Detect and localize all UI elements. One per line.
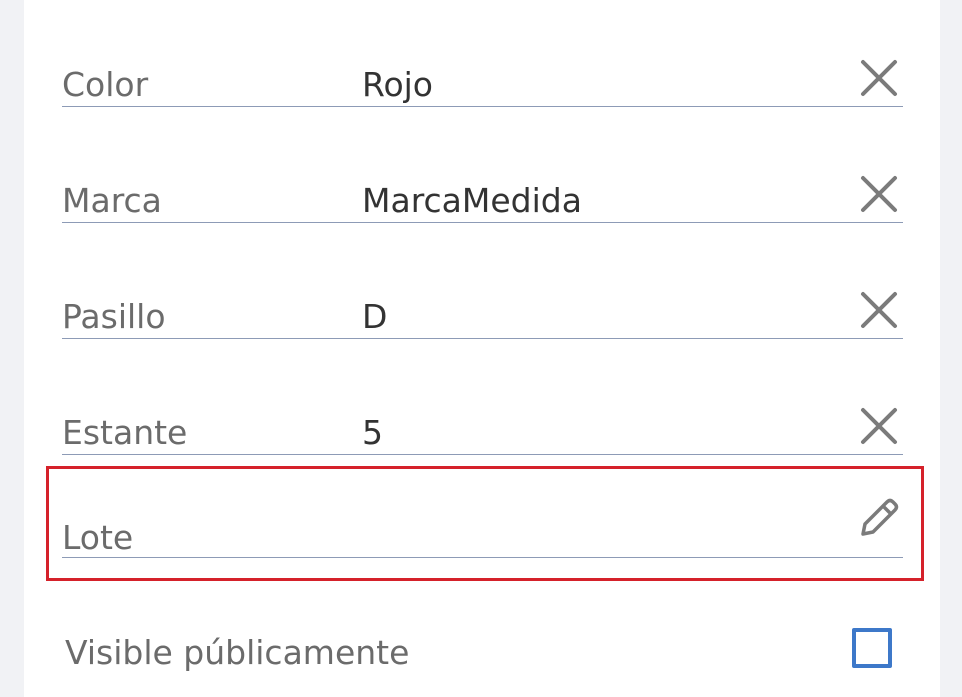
- visible-checkbox[interactable]: [852, 628, 892, 668]
- field-underline: [62, 106, 903, 107]
- close-icon[interactable]: [855, 286, 903, 334]
- field-underline: [62, 454, 903, 455]
- field-value[interactable]: D: [362, 300, 387, 333]
- field-row-color[interactable]: Color Rojo: [62, 56, 903, 108]
- field-label: Lote: [62, 518, 134, 557]
- field-underline: [62, 222, 903, 223]
- visible-label: Visible públicamente: [65, 633, 410, 672]
- close-icon[interactable]: [855, 402, 903, 450]
- field-value[interactable]: Rojo: [362, 68, 433, 101]
- field-underline: [62, 338, 903, 339]
- field-value[interactable]: 5: [362, 416, 383, 449]
- field-label: Estante: [62, 413, 188, 452]
- field-label: Pasillo: [62, 297, 166, 336]
- close-icon[interactable]: [855, 170, 903, 218]
- field-row-estante[interactable]: Estante 5: [62, 404, 903, 456]
- field-value[interactable]: MarcaMedida: [362, 184, 582, 217]
- field-underline: [62, 557, 903, 558]
- field-label: Color: [62, 65, 149, 104]
- field-row-pasillo[interactable]: Pasillo D: [62, 288, 903, 340]
- close-icon[interactable]: [855, 54, 903, 102]
- field-row-lote[interactable]: Lote: [62, 490, 903, 560]
- pencil-icon[interactable]: [855, 494, 903, 542]
- field-row-marca[interactable]: Marca MarcaMedida: [62, 172, 903, 224]
- field-label: Marca: [62, 181, 162, 220]
